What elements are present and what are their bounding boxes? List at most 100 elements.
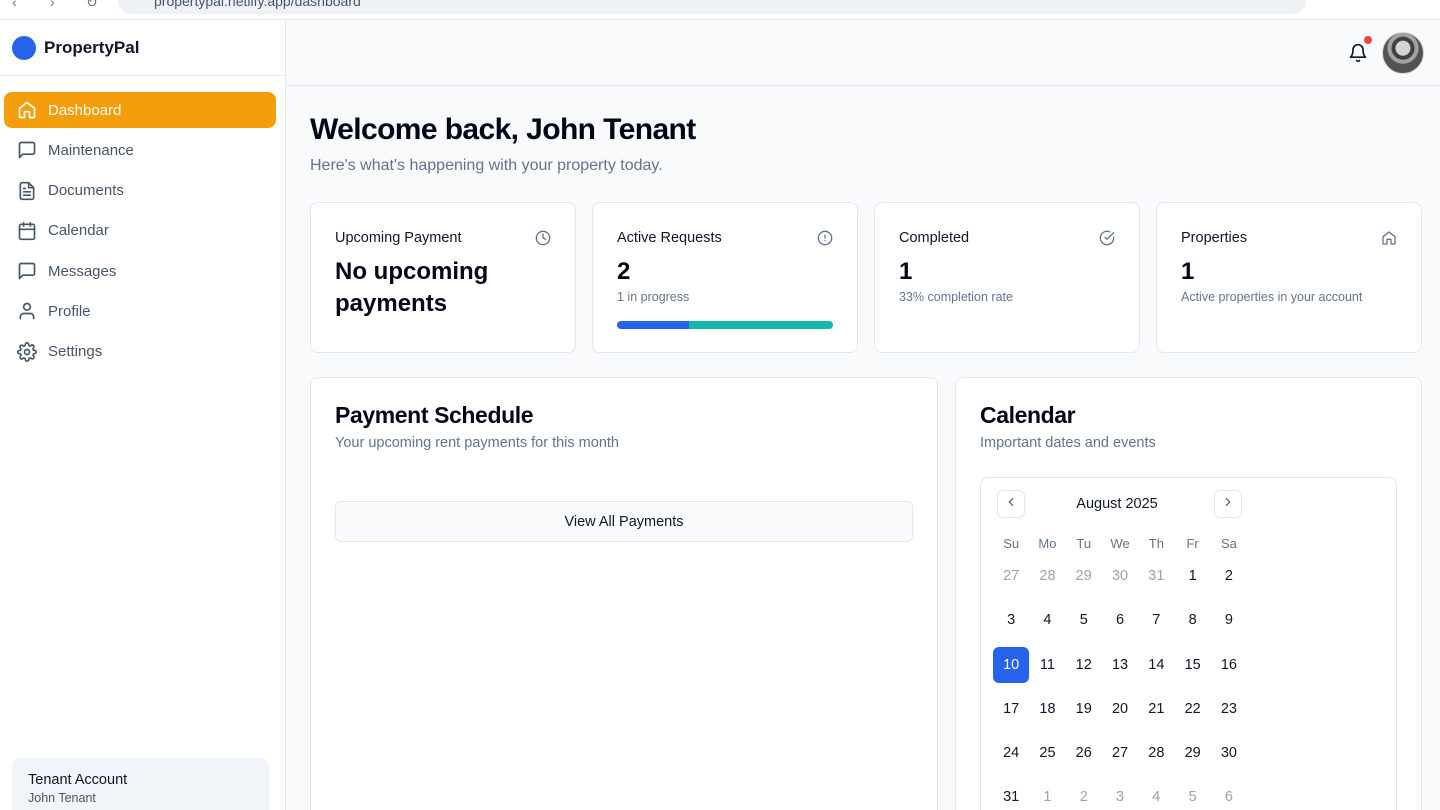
- calendar-day[interactable]: 27: [993, 558, 1029, 594]
- stat-sub: Active properties in your account: [1181, 290, 1363, 304]
- calendar-day[interactable]: 8: [1174, 602, 1210, 638]
- stat-value: 1: [1181, 258, 1195, 285]
- sidebar-item-maintenance[interactable]: Maintenance: [4, 132, 276, 168]
- calendar-day[interactable]: 24: [993, 735, 1029, 771]
- brand[interactable]: PropertyPal: [0, 20, 285, 76]
- calendar-day[interactable]: 16: [1211, 647, 1247, 683]
- sidebar-item-label: Maintenance: [48, 141, 134, 159]
- calendar-day[interactable]: 18: [1029, 691, 1065, 727]
- calendar-day[interactable]: 6: [1102, 602, 1138, 638]
- calendar-weekday: Mo: [1038, 535, 1057, 551]
- calendar-day[interactable]: 20: [1102, 691, 1138, 727]
- bell-icon[interactable]: [1348, 43, 1368, 63]
- back-icon[interactable]: ‹: [12, 0, 17, 10]
- calendar-day[interactable]: 29: [1174, 735, 1210, 771]
- stat-label: Properties: [1181, 230, 1248, 246]
- calendar-month-label: August 2025: [1076, 496, 1158, 512]
- chevron-right-icon: [1221, 495, 1235, 514]
- sidebar-item-settings[interactable]: Settings: [4, 334, 276, 370]
- calendar-day[interactable]: 7: [1138, 602, 1174, 638]
- payment-schedule-subtitle: Your upcoming rent payments for this mon…: [335, 435, 619, 451]
- view-all-payments-button[interactable]: View All Payments: [335, 501, 913, 542]
- calendar-day[interactable]: 1: [1029, 779, 1065, 810]
- calendar-day[interactable]: 4: [1029, 602, 1065, 638]
- message-square-icon: [17, 140, 37, 160]
- topbar: [286, 20, 1440, 86]
- calendar-day[interactable]: 28: [1029, 558, 1065, 594]
- progress-in-progress: [617, 321, 689, 329]
- calendar-grid: Su Mo Tu We Th Fr Sa 27 28 29 30 31 1 2 3 4 5 6 7 8 9 10 11 12 1…: [993, 528, 1380, 810]
- calendar-day-selected[interactable]: 10: [993, 646, 1030, 683]
- calendar-day[interactable]: 30: [1211, 735, 1247, 771]
- clock-icon: [535, 230, 551, 246]
- calendar-panel: Calendar Important dates and events Augu…: [955, 377, 1422, 810]
- calendar-day[interactable]: 9: [1211, 602, 1247, 638]
- forward-icon[interactable]: ›: [50, 0, 55, 10]
- calendar-day[interactable]: 21: [1138, 691, 1174, 727]
- brand-logo: [12, 35, 36, 60]
- sidebar-item-dashboard[interactable]: Dashboard: [4, 92, 276, 128]
- sidebar-item-profile[interactable]: Profile: [4, 293, 276, 329]
- calendar-day[interactable]: 3: [993, 602, 1029, 638]
- calendar-day[interactable]: 12: [1066, 647, 1102, 683]
- calendar-day[interactable]: 1: [1174, 558, 1210, 594]
- calendar-day[interactable]: 27: [1102, 735, 1138, 771]
- address-bar[interactable]: propertypal.netlify.app/dashboard: [118, 0, 1306, 14]
- browser-toolbar: ‹ › ↻ propertypal.netlify.app/dashboard: [0, 0, 1440, 20]
- calendar-day[interactable]: 6: [1211, 779, 1247, 810]
- calendar-header: August 2025: [993, 490, 1242, 520]
- calendar-weekday: Fr: [1186, 535, 1199, 551]
- calendar-day[interactable]: 31: [993, 779, 1029, 810]
- calendar-day[interactable]: 2: [1066, 779, 1102, 810]
- calendar-title: Calendar: [980, 402, 1076, 428]
- calendar-day[interactable]: 25: [1029, 735, 1065, 771]
- calendar-day[interactable]: 5: [1066, 602, 1102, 638]
- stat-card-completed: Completed 1 33% completion rate: [874, 202, 1140, 353]
- account-card[interactable]: Tenant Account John Tenant: [12, 758, 269, 810]
- calendar-day[interactable]: 3: [1102, 779, 1138, 810]
- calendar-day[interactable]: 28: [1138, 735, 1174, 771]
- calendar-next-button[interactable]: [1214, 490, 1242, 518]
- calendar-day[interactable]: 31: [1138, 558, 1174, 594]
- calendar-weekday: Sa: [1220, 535, 1237, 551]
- calendar-day[interactable]: 2: [1211, 558, 1247, 594]
- home-icon: [17, 100, 37, 120]
- stat-label: Active Requests: [617, 230, 722, 246]
- account-title: Tenant Account: [28, 772, 128, 788]
- calendar-day[interactable]: 5: [1174, 779, 1210, 810]
- calendar-day[interactable]: 17: [993, 691, 1029, 727]
- stat-label: Completed: [899, 230, 970, 246]
- page-subtitle: Here's what's happening with your proper…: [310, 157, 663, 174]
- sidebar-item-calendar[interactable]: Calendar: [4, 213, 276, 249]
- avatar[interactable]: [1382, 32, 1424, 74]
- sidebar-item-label: Dashboard: [48, 101, 122, 119]
- alert-circle-icon: [817, 230, 833, 246]
- sidebar-item-label: Profile: [48, 302, 91, 320]
- calendar-day[interactable]: 13: [1102, 647, 1138, 683]
- page-title: Welcome back, John Tenant: [310, 113, 696, 146]
- calendar-day[interactable]: 23: [1211, 691, 1247, 727]
- calendar-day[interactable]: 26: [1066, 735, 1102, 771]
- calendar-day[interactable]: 22: [1174, 691, 1210, 727]
- calendar-day[interactable]: 15: [1174, 647, 1210, 683]
- calendar-day[interactable]: 19: [1066, 691, 1102, 727]
- calendar-day[interactable]: 30: [1102, 558, 1138, 594]
- reload-icon[interactable]: ↻: [86, 0, 98, 11]
- progress-remaining: [688, 321, 833, 329]
- calendar-day[interactable]: 29: [1066, 558, 1102, 594]
- calendar-day[interactable]: 4: [1138, 779, 1174, 810]
- calendar-weekday: Su: [1003, 535, 1020, 551]
- stat-value: No upcoming payments: [335, 258, 489, 317]
- message-square-icon: [17, 261, 37, 281]
- sidebar-item-messages[interactable]: Messages: [4, 253, 276, 289]
- calendar-day[interactable]: 11: [1029, 647, 1065, 683]
- address-bar-url: propertypal.netlify.app/dashboard: [154, 0, 361, 9]
- brand-name: PropertyPal: [44, 37, 140, 57]
- sidebar-item-label: Documents: [48, 182, 124, 200]
- sidebar-nav: Dashboard Maintenance Documents Calendar…: [0, 76, 285, 370]
- stat-label: Upcoming Payment: [335, 230, 462, 246]
- calendar-weekday: We: [1110, 535, 1130, 551]
- calendar-day[interactable]: 14: [1138, 647, 1174, 683]
- sidebar-item-documents[interactable]: Documents: [4, 173, 276, 209]
- payment-schedule-title: Payment Schedule: [335, 402, 534, 428]
